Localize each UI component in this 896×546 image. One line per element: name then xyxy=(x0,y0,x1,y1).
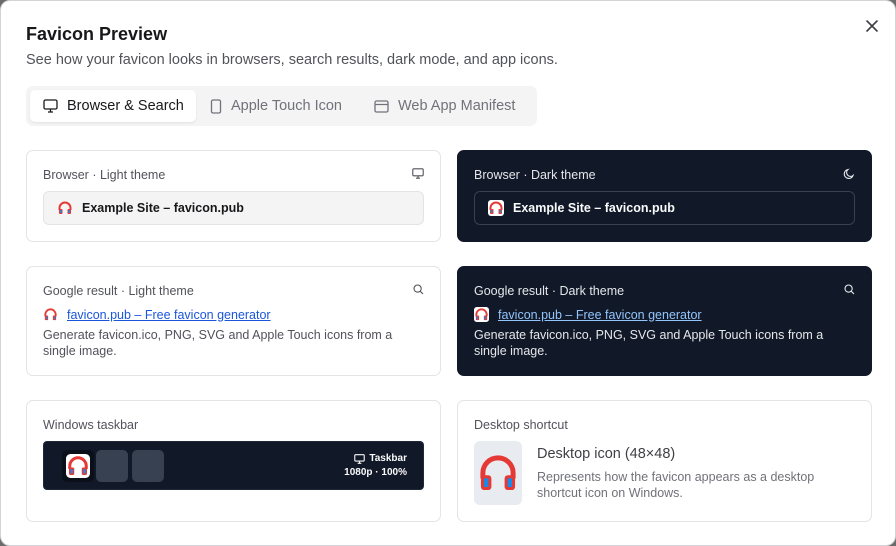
search-result-link[interactable]: favicon.pub – Free favicon generator xyxy=(498,308,702,322)
card-label: Browser · Light theme xyxy=(43,168,166,182)
search-icon xyxy=(413,284,424,295)
taskbar-info: Taskbar 1080p · 100% xyxy=(344,452,407,480)
search-result-link[interactable]: favicon.pub – Free favicon generator xyxy=(67,308,271,322)
close-icon xyxy=(866,20,878,32)
desktop-icon-preview[interactable] xyxy=(474,441,522,505)
browser-tab[interactable]: Example Site – favicon.pub xyxy=(474,191,855,225)
tab-web-app-manifest[interactable]: Web App Manifest xyxy=(374,90,534,122)
search-result-link-row: favicon.pub – Free favicon generator xyxy=(43,307,271,322)
browser-tab[interactable]: Example Site – favicon.pub xyxy=(43,191,424,225)
search-result-description: Generate favicon.ico, PNG, SVG and Apple… xyxy=(474,328,824,358)
monitor-icon xyxy=(354,454,366,464)
card-label: Google result · Light theme xyxy=(43,284,194,298)
moon-icon xyxy=(843,168,855,179)
tab-label: Apple Touch Icon xyxy=(231,98,342,114)
tab-label: Web App Manifest xyxy=(398,98,516,114)
dialog-subtitle: See how your favicon looks in browsers, … xyxy=(26,52,558,68)
favicon-preview-dialog: Favicon Preview See how your favicon loo… xyxy=(0,0,896,546)
monitor-icon xyxy=(43,99,58,113)
taskbar-app-placeholder[interactable] xyxy=(132,450,164,482)
desktop-icon-title: Desktop icon (48×48) xyxy=(537,446,676,462)
card-label: Browser · Dark theme xyxy=(474,168,596,182)
headphones-favicon-icon xyxy=(44,308,57,321)
tab-apple-touch-icon[interactable]: Apple Touch Icon xyxy=(210,90,360,122)
headphones-favicon-icon xyxy=(488,200,504,216)
search-result-link-row: favicon.pub – Free favicon generator xyxy=(474,307,702,322)
dialog-title: Favicon Preview xyxy=(26,24,168,44)
taskbar-info-sub: 1080p · 100% xyxy=(344,467,407,478)
taskbar-app-favicon[interactable] xyxy=(62,450,94,482)
desktop-shortcut-card: Desktop shortcut Desktop icon (48×48) Re… xyxy=(457,400,872,522)
headphones-favicon-icon xyxy=(474,307,489,322)
taskbar: Taskbar 1080p · 100% xyxy=(43,441,424,490)
tab-browser-search[interactable]: Browser & Search xyxy=(30,90,196,122)
desktop-icon-description: Represents how the favicon appears as a … xyxy=(537,470,815,500)
headphones-favicon-icon xyxy=(58,201,72,214)
search-icon xyxy=(844,284,855,295)
monitor-icon xyxy=(412,168,424,179)
close-button[interactable] xyxy=(861,15,883,37)
google-dark-card: Google result · Dark theme favicon.pub –… xyxy=(457,266,872,376)
card-label: Windows taskbar xyxy=(43,418,139,432)
tab-list: Browser & Search Apple Touch Icon Web Ap… xyxy=(26,86,537,126)
tab-title: Example Site – favicon.pub xyxy=(513,201,675,215)
browser-dark-card: Browser · Dark theme Example Site – favi… xyxy=(457,150,872,242)
headphones-favicon-icon xyxy=(66,454,90,478)
tab-title: Example Site – favicon.pub xyxy=(82,201,244,215)
browser-light-card: Browser · Light theme Example Site – fav… xyxy=(26,150,441,242)
phone-icon xyxy=(210,98,222,114)
browser-window-icon xyxy=(374,99,389,113)
card-label: Google result · Dark theme xyxy=(474,284,625,298)
windows-taskbar-card: Windows taskbar Taskbar 1080p · 100% xyxy=(26,400,441,522)
search-result-description: Generate favicon.ico, PNG, SVG and Apple… xyxy=(43,328,393,358)
taskbar-app-placeholder[interactable] xyxy=(96,450,128,482)
taskbar-info-title: Taskbar xyxy=(369,453,407,464)
headphones-favicon-icon xyxy=(480,455,516,491)
google-light-card: Google result · Light theme favicon.pub … xyxy=(26,266,441,376)
card-label: Desktop shortcut xyxy=(474,418,568,432)
tab-label: Browser & Search xyxy=(67,98,184,114)
